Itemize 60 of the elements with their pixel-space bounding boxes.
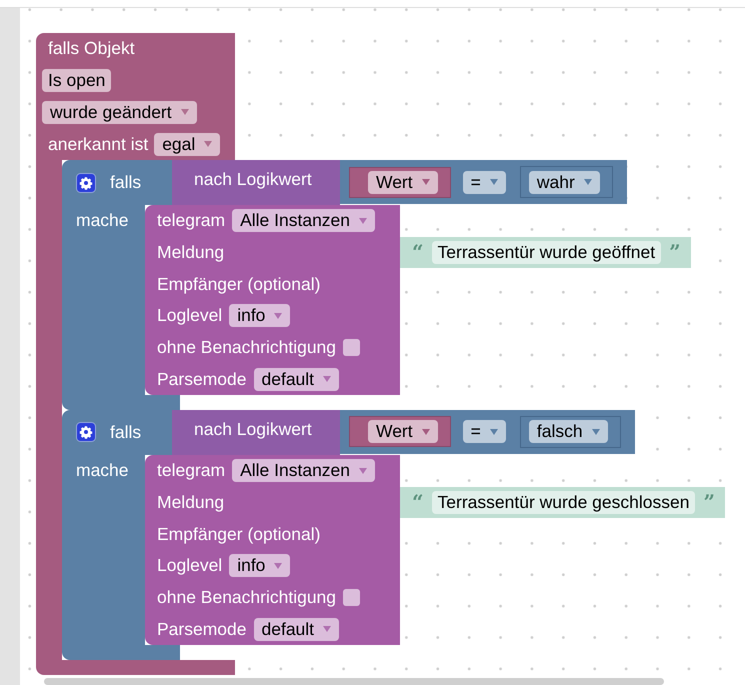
block-label: nach Logikwert	[194, 169, 312, 190]
dropdown[interactable]: default	[254, 618, 340, 641]
text-field[interactable]: Terrassentür wurde geschlossen	[432, 490, 696, 514]
dropdown[interactable]: default	[254, 368, 340, 391]
dropdown[interactable]: Wert	[368, 170, 438, 194]
dropdown[interactable]: Alle Instanzen	[232, 459, 376, 482]
dropdown[interactable]: wurde geändert	[42, 100, 197, 124]
quote-mark: ”	[703, 490, 715, 514]
quote-mark: “	[412, 490, 424, 514]
object-field[interactable]: Is open	[42, 69, 112, 92]
scrollbar[interactable]	[44, 678, 664, 685]
block-label: falls	[110, 172, 142, 193]
quote-mark: ”	[669, 240, 681, 264]
settings-icon[interactable]	[76, 172, 96, 192]
dropdown[interactable]: wahr	[528, 170, 600, 194]
block-label: Parsemode	[157, 368, 246, 390]
block-label: Empfänger (optional)	[157, 524, 320, 545]
block-label: Parsemode	[157, 618, 246, 640]
block-label: falls	[110, 422, 142, 443]
block-label: mache	[76, 210, 129, 230]
caret-icon	[274, 562, 282, 569]
caret-icon	[422, 428, 430, 435]
caret-icon	[490, 428, 498, 435]
caret-icon	[359, 218, 368, 224]
dropdown[interactable]: egal	[154, 132, 220, 156]
caret-icon	[592, 428, 600, 435]
dropdown[interactable]: info	[229, 554, 290, 578]
caret-icon	[422, 179, 430, 185]
caret-icon	[204, 141, 212, 148]
block-label: Meldung	[157, 492, 224, 513]
block-label: Loglevel	[157, 305, 222, 326]
caret-icon	[323, 626, 332, 632]
dropdown[interactable]: falsch	[528, 420, 608, 444]
text-field[interactable]: Terrassentür wurde geöffnet	[432, 240, 662, 264]
dropdown[interactable]: Alle Instanzen	[232, 209, 376, 232]
dropdown[interactable]: info	[229, 304, 290, 328]
block-label: nach Logikwert	[194, 418, 312, 440]
dropdown[interactable]: =	[462, 170, 506, 194]
block-label: Loglevel	[157, 555, 222, 576]
block-label: falls Objekt	[48, 38, 135, 60]
dropdown[interactable]: Wert	[368, 420, 438, 444]
caret-icon	[359, 468, 368, 474]
dropdown[interactable]: =	[462, 420, 506, 444]
block-label: ohne Benachrichtigung	[157, 336, 336, 358]
block-label: telegram	[157, 460, 226, 482]
block-label: ohne Benachrichtigung	[157, 586, 336, 608]
checkbox[interactable]	[343, 588, 360, 606]
caret-icon	[323, 376, 332, 382]
block-label: mache	[76, 460, 129, 480]
caret-icon	[584, 179, 592, 185]
quote-mark: “	[412, 240, 424, 264]
block-label: telegram	[157, 210, 226, 232]
caret-icon	[180, 109, 189, 116]
block-label: Empfänger (optional)	[157, 274, 320, 295]
checkbox[interactable]	[343, 338, 360, 356]
caret-icon	[274, 312, 282, 319]
block-label: anerkannt ist	[48, 134, 148, 155]
settings-icon[interactable]	[76, 422, 96, 442]
caret-icon	[490, 179, 498, 185]
block-label: Meldung	[157, 242, 224, 263]
